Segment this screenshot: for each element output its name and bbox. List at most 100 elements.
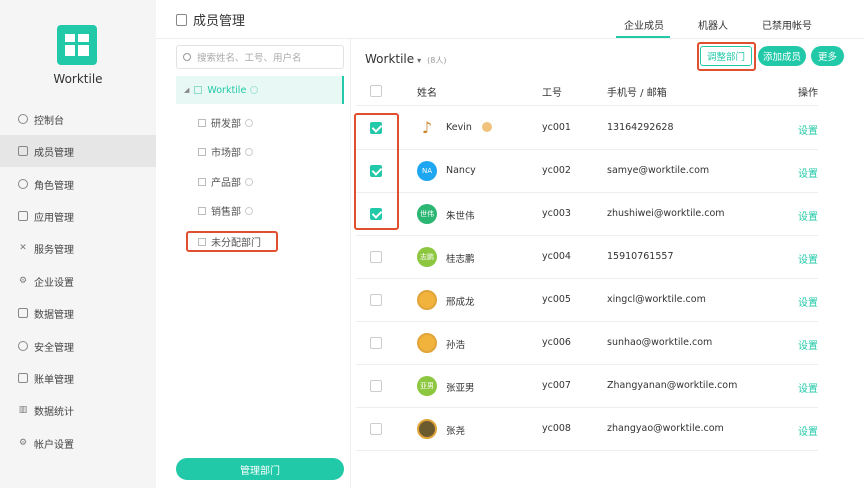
gear-icon: ⚙	[18, 276, 28, 286]
divider	[356, 450, 818, 451]
member-id: yc001	[542, 121, 571, 133]
avatar	[417, 332, 437, 353]
divider	[356, 321, 818, 322]
sidebar-item-services[interactable]: ✕ 服务管理	[0, 232, 156, 264]
sidebar-item-billing[interactable]: 账单管理	[0, 362, 156, 394]
select-all-checkbox[interactable]	[370, 85, 382, 97]
search-input[interactable]: 搜索姓名、工号、用户名	[176, 45, 344, 69]
more-button[interactable]: 更多	[811, 46, 844, 66]
member-count: (8人)	[427, 56, 447, 65]
tree-root-worktile[interactable]: ◢ Worktile	[176, 76, 344, 104]
row-checkbox[interactable]	[370, 379, 382, 392]
member-name: 张尧	[446, 425, 466, 437]
settings-link[interactable]: 设置	[798, 294, 818, 309]
highlight-box	[697, 42, 756, 71]
sidebar-item-apps[interactable]: 应用管理	[0, 200, 156, 232]
member-contact: sunhao@worktile.com	[607, 336, 713, 348]
sidebar-item-label: 服务管理	[34, 244, 74, 256]
divider	[350, 38, 351, 488]
member-id: yc004	[542, 250, 571, 262]
sidebar-item-label: 帐户设置	[34, 439, 74, 451]
sidebar-item-account-settings[interactable]: ⚙ 帐户设置	[0, 427, 156, 459]
row-checkbox[interactable]	[370, 293, 382, 306]
avatar	[417, 418, 437, 439]
column-header-name: 姓名	[417, 88, 437, 99]
dashboard-icon	[18, 114, 28, 124]
column-header-id: 工号	[542, 88, 562, 99]
row-checkbox[interactable]	[370, 250, 382, 263]
sidebar-item-label: 数据统计	[34, 406, 74, 418]
add-member-button[interactable]: 添加成员	[758, 46, 806, 66]
divider	[356, 149, 818, 150]
sidebar-item-stats[interactable]: ▥ 数据统计	[0, 394, 156, 426]
member-contact: 13164292628	[607, 121, 674, 133]
shield-icon	[18, 341, 28, 351]
member-name: 桂志鹏	[446, 253, 475, 265]
member-name: Nancy	[446, 164, 476, 176]
sidebar-item-enterprise-settings[interactable]: ⚙ 企业设置	[0, 265, 156, 297]
tree-item-rd[interactable]: 研发部	[198, 115, 253, 130]
tree-item-label: 产品部	[211, 178, 241, 189]
settings-link[interactable]: 设置	[798, 251, 818, 266]
tab-members[interactable]: 企业成员	[624, 17, 664, 32]
services-icon: ✕	[19, 243, 27, 253]
bill-icon	[18, 373, 28, 383]
member-id: yc005	[542, 293, 571, 305]
department-icon	[198, 177, 206, 186]
search-icon	[183, 53, 191, 61]
chevron-down-icon: ▾	[417, 56, 422, 65]
sidebar-item-roles[interactable]: 角色管理	[0, 168, 156, 200]
column-header-contact: 手机号 / 邮箱	[607, 88, 667, 99]
sidebar: Worktile 控制台 成员管理 角色管理 应用管理 ✕ 服务管理 ⚙ 企业设置 …	[0, 0, 156, 488]
department-icon	[198, 118, 206, 127]
sidebar-item-security[interactable]: 安全管理	[0, 330, 156, 362]
member-contact: samye@worktile.com	[607, 164, 710, 176]
tree-item-sales[interactable]: 销售部	[198, 203, 253, 218]
member-contact: zhushiwei@worktile.com	[607, 207, 725, 219]
settings-link[interactable]: 设置	[798, 208, 818, 223]
divider	[356, 235, 818, 236]
brand-name: Worktile	[53, 72, 103, 86]
settings-link[interactable]: 设置	[798, 337, 818, 352]
search-placeholder: 搜索姓名、工号、用户名	[197, 53, 302, 64]
avatar: NA	[417, 160, 437, 181]
roles-icon	[18, 179, 28, 189]
sidebar-item-label: 安全管理	[34, 342, 74, 354]
divider	[356, 407, 818, 408]
sidebar-item-data[interactable]: 数据管理	[0, 297, 156, 329]
member-contact: 15910761557	[607, 250, 674, 262]
sidebar-item-members[interactable]: 成员管理	[0, 135, 156, 167]
gear-icon: ⚙	[18, 438, 28, 448]
tree-item-marketing[interactable]: 市场部	[198, 144, 253, 159]
divider	[156, 38, 864, 39]
sidebar-item-dashboard[interactable]: 控制台	[0, 103, 156, 135]
divider	[356, 105, 818, 106]
row-checkbox[interactable]	[370, 422, 382, 435]
settings-link[interactable]: 设置	[798, 165, 818, 180]
member-contact: zhangyao@worktile.com	[607, 422, 724, 434]
tree-item-product[interactable]: 产品部	[198, 174, 253, 189]
avatar	[417, 289, 437, 310]
tree-item-label: 市场部	[211, 148, 241, 159]
tree-item-label: 研发部	[211, 119, 241, 130]
avatar: ♪	[417, 117, 437, 138]
settings-link[interactable]: 设置	[798, 423, 818, 438]
data-icon	[18, 308, 28, 318]
info-icon	[245, 206, 253, 215]
apps-icon	[18, 211, 28, 221]
info-icon	[245, 147, 253, 156]
org-title[interactable]: Worktile ▾ (8人)	[365, 52, 447, 66]
tab-disabled-accounts[interactable]: 已禁用帐号	[762, 17, 812, 32]
manage-departments-button[interactable]: 管理部门	[176, 458, 344, 480]
divider	[356, 192, 818, 193]
member-name: 朱世伟	[446, 210, 475, 222]
avatar: 志鹏	[417, 246, 437, 267]
settings-link[interactable]: 设置	[798, 380, 818, 395]
member-id: yc003	[542, 207, 571, 219]
divider	[356, 278, 818, 279]
page-header: 成员管理	[176, 10, 245, 29]
row-checkbox[interactable]	[370, 336, 382, 349]
sidebar-item-label: 角色管理	[34, 180, 74, 192]
settings-link[interactable]: 设置	[798, 122, 818, 137]
tab-robots[interactable]: 机器人	[698, 17, 728, 32]
